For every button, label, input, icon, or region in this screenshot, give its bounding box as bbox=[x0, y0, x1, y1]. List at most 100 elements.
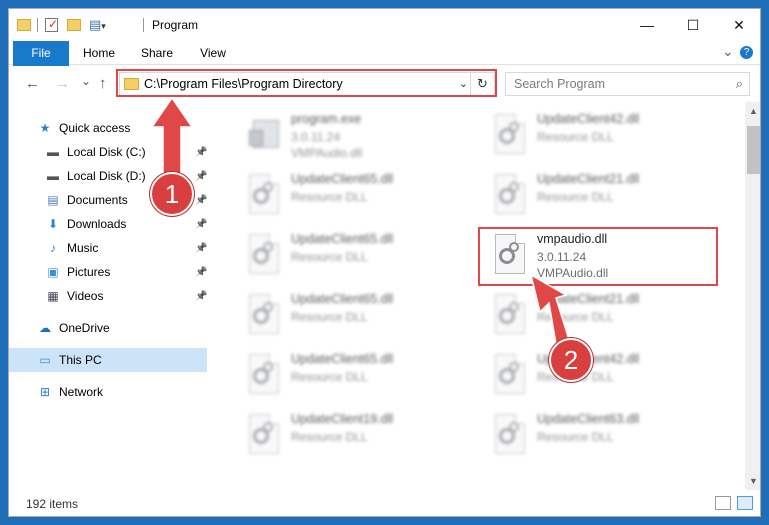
properties-icon[interactable]: ✓ bbox=[45, 17, 58, 32]
navigation-pane: ★ Quick access ▬ Local Disk (C:) 📌 ▬ Local Dis… bbox=[9, 102, 209, 490]
file-list: program.exe 3.0.11.24 VMPAudio.dll UpdateCl… bbox=[209, 102, 745, 490]
sidebar-item-network[interactable]: ⊞ Network bbox=[9, 380, 207, 404]
sidebar-item-label: OneDrive bbox=[59, 321, 110, 335]
sidebar-item-pictures[interactable]: ▣ Pictures 📌 bbox=[9, 260, 207, 284]
dll-file-icon bbox=[245, 354, 283, 400]
file-detail: Resource DLL bbox=[537, 310, 614, 324]
file-item[interactable]: UpdateClient63.dll Resource DLL bbox=[491, 410, 731, 466]
sidebar-item-quick-access[interactable]: ★ Quick access bbox=[9, 116, 207, 140]
sidebar-item-videos[interactable]: ▦ Videos 📌 bbox=[9, 284, 207, 308]
dll-file-icon bbox=[245, 414, 283, 460]
file-name: program.exe bbox=[291, 112, 362, 126]
file-item[interactable]: UpdateClient19.dll Resource DLL bbox=[245, 410, 485, 466]
file-name: UpdateClient63.dll bbox=[537, 412, 640, 426]
file-item[interactable]: UpdateClient21.dll Resource DLL bbox=[491, 290, 731, 346]
file-item[interactable]: UpdateClient65.dll Resource DLL bbox=[245, 170, 485, 226]
dll-file-icon bbox=[491, 174, 529, 220]
item-count: 192 items bbox=[26, 497, 79, 511]
tab-home[interactable]: Home bbox=[75, 41, 123, 65]
pin-icon[interactable]: 📌 bbox=[195, 291, 207, 302]
pin-icon[interactable]: 📌 bbox=[195, 147, 207, 158]
search-box[interactable]: ⌕ bbox=[505, 72, 750, 96]
sidebar-item-local-disk-c[interactable]: ▬ Local Disk (C:) 📌 bbox=[9, 140, 207, 164]
drive-icon: ▬ bbox=[47, 145, 59, 159]
maximize-button[interactable]: ☐ bbox=[670, 9, 716, 41]
pin-icon[interactable]: 📌 bbox=[195, 267, 207, 278]
sidebar-item-downloads[interactable]: ⬇ Downloads 📌 bbox=[9, 212, 207, 236]
file-item[interactable]: UpdateClient21.dll Resource DLL bbox=[491, 170, 731, 226]
file-detail: Resource DLL bbox=[291, 250, 368, 264]
file-item[interactable]: UpdateClient65.dll Resource DLL bbox=[245, 350, 485, 406]
drive-icon: ▬ bbox=[47, 169, 59, 183]
customize-toolbar-icon[interactable]: ▤▾ bbox=[89, 17, 106, 33]
tab-view[interactable]: View bbox=[189, 41, 237, 65]
dll-file-icon bbox=[245, 174, 283, 220]
file-item[interactable]: UpdateClient42.dllResource DLL bbox=[491, 110, 731, 166]
scroll-up-icon[interactable]: ▲ bbox=[749, 106, 758, 116]
file-highlight bbox=[478, 227, 718, 286]
step-2-badge: 2 bbox=[549, 338, 593, 382]
close-button[interactable]: ✕ bbox=[716, 9, 760, 41]
back-button[interactable]: ← bbox=[25, 75, 40, 92]
address-highlight bbox=[116, 69, 497, 97]
sidebar-item-label: Downloads bbox=[67, 217, 127, 231]
sidebar-item-this-pc[interactable]: ▭ This PC bbox=[9, 348, 207, 372]
computer-icon: ▭ bbox=[39, 353, 51, 367]
cloud-icon: ☁ bbox=[39, 321, 51, 335]
sidebar-item-label: Documents bbox=[67, 193, 128, 207]
program-icon bbox=[245, 114, 283, 160]
search-input[interactable] bbox=[506, 73, 721, 95]
recent-locations-button[interactable]: ⌄ bbox=[81, 74, 91, 88]
status-bar: 192 items bbox=[9, 490, 760, 516]
sidebar-item-label: This PC bbox=[59, 353, 102, 367]
dll-file-icon bbox=[491, 294, 529, 340]
file-name: UpdateClient65.dll bbox=[291, 172, 394, 186]
sidebar-item-onedrive[interactable]: ☁ OneDrive bbox=[9, 316, 207, 340]
documents-icon: ▤ bbox=[47, 193, 59, 207]
help-icon[interactable]: ? bbox=[740, 46, 753, 59]
chevron-down-icon[interactable]: ⌄ bbox=[722, 43, 734, 60]
folder-icon bbox=[17, 19, 31, 31]
title-bar: ✓ ▤▾ Program — ☐ ✕ bbox=[9, 9, 760, 41]
file-item[interactable]: program.exe 3.0.11.24 VMPAudio.dll bbox=[245, 110, 485, 166]
search-icon[interactable]: ⌕ bbox=[736, 76, 743, 92]
pin-icon[interactable]: 📌 bbox=[195, 219, 207, 230]
file-name: UpdateClient42.dll bbox=[537, 112, 640, 126]
details-view-button[interactable] bbox=[715, 496, 731, 510]
sidebar-item-label: Local Disk (D:) bbox=[67, 169, 146, 183]
up-button[interactable]: ↑ bbox=[99, 75, 107, 92]
step-1-badge: 1 bbox=[150, 172, 194, 216]
ribbon-tabs: File Home Share View ⌄ ? bbox=[9, 41, 760, 97]
tab-share[interactable]: Share bbox=[133, 41, 181, 65]
file-detail: Resource DLL bbox=[291, 430, 368, 444]
file-name: UpdateClient21.dll bbox=[537, 292, 640, 306]
network-icon: ⊞ bbox=[39, 385, 51, 399]
dll-file-icon bbox=[491, 114, 529, 160]
file-name: UpdateClient65.dll bbox=[291, 232, 394, 246]
pin-icon[interactable]: 📌 bbox=[195, 171, 207, 182]
forward-button[interactable]: → bbox=[55, 75, 70, 92]
file-item[interactable]: UpdateClient65.dll Resource DLL bbox=[245, 290, 485, 346]
new-folder-icon[interactable] bbox=[67, 19, 81, 31]
pin-icon[interactable]: 📌 bbox=[195, 243, 207, 254]
large-icons-view-button[interactable] bbox=[737, 496, 753, 510]
minimize-button[interactable]: — bbox=[624, 9, 670, 41]
scroll-down-icon[interactable]: ▼ bbox=[749, 476, 758, 486]
vertical-scrollbar[interactable]: ▲ ▼ bbox=[745, 102, 760, 490]
file-detail: VMPAudio.dll bbox=[291, 146, 363, 160]
videos-icon: ▦ bbox=[47, 289, 59, 303]
dll-file-icon bbox=[245, 234, 283, 280]
sidebar-item-label: Local Disk (C:) bbox=[67, 145, 146, 159]
dll-file-icon bbox=[491, 354, 529, 400]
file-item[interactable]: UpdateClient65.dll Resource DLL bbox=[245, 230, 485, 286]
star-icon: ★ bbox=[39, 121, 51, 135]
music-icon: ♪ bbox=[50, 241, 56, 255]
pin-icon[interactable]: 📌 bbox=[195, 195, 207, 206]
sidebar-item-music[interactable]: ♪ Music 📌 bbox=[9, 236, 207, 260]
file-item[interactable]: UpdateClient42.dllResource DLL bbox=[491, 350, 731, 406]
file-detail: Resource DLL bbox=[291, 370, 368, 384]
file-name: UpdateClient65.dll bbox=[291, 352, 394, 366]
scroll-thumb[interactable] bbox=[747, 126, 760, 174]
file-detail: Resource DLL bbox=[291, 190, 368, 204]
sidebar-item-label: Music bbox=[67, 241, 99, 255]
